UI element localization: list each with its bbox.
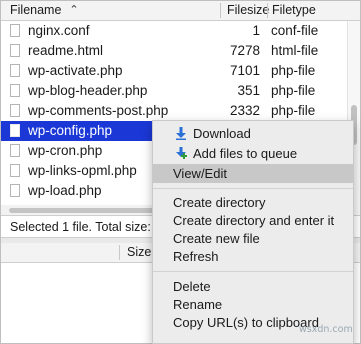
file-row[interactable]: wp-activate.php 7101 php-file bbox=[1, 61, 348, 81]
menu-item-label: Download bbox=[193, 126, 251, 141]
file-icon bbox=[10, 144, 20, 157]
file-icon bbox=[10, 184, 20, 197]
menu-item-label: Rename bbox=[173, 297, 223, 312]
file-icon bbox=[10, 64, 20, 77]
file-icon bbox=[10, 124, 20, 137]
file-row[interactable]: nginx.conf 1 conf-file bbox=[1, 21, 348, 41]
menu-item-create-directory[interactable]: Create directory bbox=[153, 193, 353, 212]
column-filetype[interactable]: Filetype bbox=[272, 1, 316, 20]
file-name: wp-activate.php bbox=[28, 63, 123, 78]
file-name: wp-comments-post.php bbox=[28, 103, 169, 118]
file-name: wp-load.php bbox=[28, 183, 102, 198]
file-size: 2332 bbox=[229, 103, 260, 118]
context-menu: Download Add files to queue View/Edit Cr… bbox=[152, 120, 354, 344]
file-name: wp-blog-header.php bbox=[28, 83, 148, 98]
file-size: 7278 bbox=[229, 43, 260, 58]
download-icon bbox=[176, 127, 186, 140]
menu-item-view-edit[interactable]: View/Edit bbox=[153, 164, 353, 183]
column-filename-label: Filename bbox=[10, 3, 62, 17]
menu-item-download[interactable]: Download bbox=[153, 124, 353, 143]
file-type: php-file bbox=[271, 103, 316, 118]
menu-item-label: Create directory bbox=[173, 195, 266, 210]
column-filename[interactable]: Filename ⌃ bbox=[10, 1, 79, 20]
menu-item-label: Create directory and enter it bbox=[173, 213, 335, 228]
file-icon bbox=[10, 44, 20, 57]
menu-item-refresh[interactable]: Refresh bbox=[153, 247, 353, 266]
menu-item-label: View/Edit bbox=[173, 166, 227, 181]
column-filesize[interactable]: Filesize bbox=[227, 1, 269, 20]
menu-separator bbox=[153, 188, 353, 189]
file-row[interactable]: wp-comments-post.php 2332 php-file bbox=[1, 101, 348, 121]
menu-item-label: Delete bbox=[173, 279, 211, 294]
watermark-text: wsxdn.com bbox=[299, 324, 353, 335]
file-type: html-file bbox=[271, 43, 319, 58]
menu-item-label: Create new file bbox=[173, 231, 260, 246]
menu-item-label: Copy URL(s) to clipboard bbox=[173, 315, 319, 330]
file-row[interactable]: readme.html 7278 html-file bbox=[1, 41, 348, 61]
file-name: wp-config.php bbox=[28, 123, 113, 138]
menu-item-add-to-queue[interactable]: Add files to queue bbox=[153, 144, 353, 163]
chevron-up-icon: ⌃ bbox=[69, 4, 79, 16]
file-icon bbox=[10, 104, 20, 117]
menu-item-rename[interactable]: Rename bbox=[153, 295, 353, 314]
menu-item-create-directory-enter[interactable]: Create directory and enter it bbox=[153, 211, 353, 230]
menu-item-create-new-file[interactable]: Create new file bbox=[153, 229, 353, 248]
file-size: 7101 bbox=[229, 63, 260, 78]
file-type: php-file bbox=[271, 83, 316, 98]
file-icon bbox=[10, 24, 20, 37]
file-icon bbox=[10, 164, 20, 177]
menu-item-label: Add files to queue bbox=[193, 146, 298, 161]
add-to-queue-icon bbox=[176, 147, 187, 159]
menu-item-delete[interactable]: Delete bbox=[153, 277, 353, 296]
menu-item-label: Refresh bbox=[173, 249, 219, 264]
menu-separator bbox=[153, 271, 353, 272]
column-divider[interactable] bbox=[220, 3, 221, 18]
file-name: readme.html bbox=[28, 43, 104, 58]
file-name: nginx.conf bbox=[28, 23, 90, 38]
column-size[interactable]: Size bbox=[127, 243, 151, 262]
file-type: php-file bbox=[271, 63, 316, 78]
file-name: wp-links-opml.php bbox=[28, 163, 137, 178]
file-list-header: Filename ⌃ Filesize Filetype bbox=[1, 1, 360, 21]
column-divider[interactable] bbox=[267, 3, 268, 18]
file-size: 1 bbox=[252, 23, 260, 38]
file-row[interactable]: wp-blog-header.php 351 php-file bbox=[1, 81, 348, 101]
file-type: conf-file bbox=[271, 23, 319, 38]
file-name: wp-cron.php bbox=[28, 143, 103, 158]
file-size: 351 bbox=[237, 83, 260, 98]
column-divider[interactable] bbox=[119, 245, 120, 260]
file-icon bbox=[10, 84, 20, 97]
